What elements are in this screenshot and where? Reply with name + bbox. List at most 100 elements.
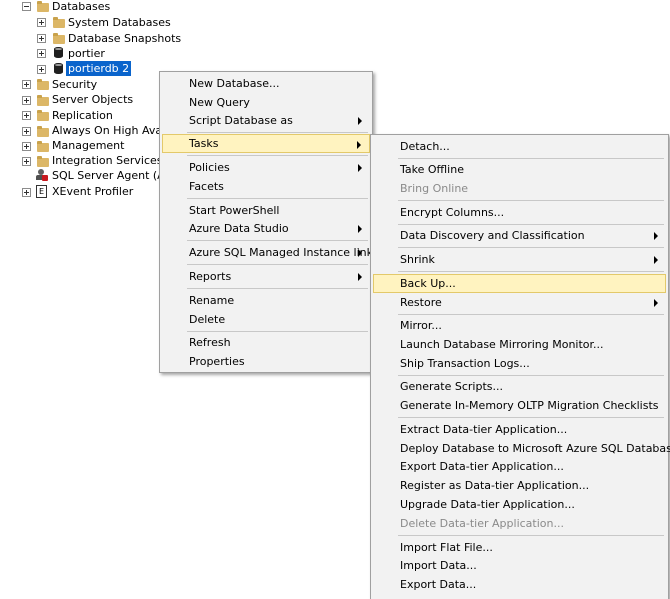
menu-item-export-data-tier[interactable]: Export Data-tier Application... [373, 457, 666, 476]
menu-item-mirror[interactable]: Mirror... [373, 316, 666, 335]
tree-label-portier: portier [68, 47, 105, 60]
menu-separator [398, 224, 664, 225]
folder-icon [53, 17, 65, 28]
expand-icon[interactable] [37, 34, 46, 43]
menu-item-bring-online: Bring Online [400, 182, 469, 195]
submenu-arrow-icon [654, 232, 658, 240]
tree-label-server-objects: Server Objects [52, 93, 134, 106]
expand-icon[interactable] [37, 49, 46, 58]
menu-separator [187, 155, 368, 156]
submenu-arrow-icon [357, 141, 361, 149]
menu-separator [187, 240, 368, 241]
menu-item-script-database-as[interactable]: Script Database as [162, 111, 370, 130]
menu-item-generate-scripts[interactable]: Generate Scripts... [373, 377, 666, 396]
xevent-icon: E [36, 185, 47, 198]
menu-item-export-data[interactable]: Export Data... [373, 575, 666, 594]
menu-item-properties[interactable]: Properties [162, 352, 370, 371]
menu-item-extract-data-tier[interactable]: Extract Data-tier Application... [373, 420, 666, 439]
sql-agent-icon [36, 169, 48, 181]
menu-item-shrink[interactable]: Shrink [373, 250, 666, 269]
menu-item-label: Reports [189, 270, 232, 283]
menu-item-label: Script Database as [189, 114, 293, 127]
tree-label-management: Management [52, 139, 125, 152]
expand-icon[interactable] [22, 188, 31, 197]
menu-item-label: Azure SQL Managed Instance link [189, 246, 373, 259]
submenu-arrow-icon [358, 225, 362, 233]
folder-icon [37, 141, 49, 152]
menu-item-encrypt-columns[interactable]: Encrypt Columns... [373, 203, 666, 222]
submenu-arrow-icon [654, 256, 658, 264]
menu-separator [187, 288, 368, 289]
database-icon [54, 63, 63, 74]
menu-item-ship-transaction-logs[interactable]: Ship Transaction Logs... [373, 354, 666, 373]
menu-separator [398, 417, 664, 418]
collapse-icon[interactable] [22, 2, 31, 11]
submenu-arrow-icon [358, 164, 362, 172]
menu-item-delete[interactable]: Delete [162, 310, 370, 329]
menu-separator [398, 314, 664, 315]
submenu-arrow-icon [358, 249, 362, 257]
folder-icon [37, 1, 49, 12]
menu-item-data-discovery[interactable]: Data Discovery and Classification [373, 226, 666, 245]
tasks-submenu: Detach... Take Offline Bring Online Encr… [370, 134, 670, 599]
menu-item-new-query[interactable]: New Query [162, 93, 370, 112]
menu-separator [398, 271, 664, 272]
menu-item-generate-inmemory-checklists[interactable]: Generate In-Memory OLTP Migration Checkl… [373, 396, 666, 415]
folder-icon [37, 126, 49, 137]
database-icon [54, 47, 63, 58]
menu-item-import-flat-file[interactable]: Import Flat File... [373, 538, 666, 557]
menu-item-import-data[interactable]: Import Data... [373, 556, 666, 575]
tree-label-databases: Databases [52, 0, 111, 13]
menu-item-refresh[interactable]: Refresh [162, 333, 370, 352]
expand-icon[interactable] [22, 127, 31, 136]
menu-item-azure-data-studio[interactable]: Azure Data Studio [162, 219, 370, 238]
menu-item-rename[interactable]: Rename [162, 291, 370, 310]
menu-item-new-database[interactable]: New Database... [162, 74, 370, 93]
menu-item-azure-sql-mi-link[interactable]: Azure SQL Managed Instance link [162, 243, 373, 262]
expand-icon[interactable] [22, 96, 31, 105]
menu-item-label: Azure Data Studio [189, 222, 289, 235]
menu-item-detach[interactable]: Detach... [373, 137, 666, 156]
object-explorer: Databases System Databases Database Snap… [0, 0, 670, 599]
menu-item-label: Data Discovery and Classification [400, 229, 585, 242]
menu-separator [187, 331, 368, 332]
tree-label-replication: Replication [52, 109, 113, 122]
menu-separator [398, 247, 664, 248]
menu-item-deploy-to-azure[interactable]: Deploy Database to Microsoft Azure SQL D… [373, 439, 670, 458]
folder-icon [37, 95, 49, 106]
menu-item-label: Tasks [189, 137, 219, 150]
menu-item-take-offline[interactable]: Take Offline [373, 160, 666, 179]
menu-item-upgrade-data-tier[interactable]: Upgrade Data-tier Application... [373, 495, 666, 514]
folder-icon [53, 33, 65, 44]
menu-item-policies[interactable]: Policies [162, 158, 370, 177]
folder-icon [37, 156, 49, 167]
tree-label-portierdb2[interactable]: portierdb 2 [66, 61, 132, 76]
tree-label-system-databases: System Databases [68, 16, 171, 29]
expand-icon[interactable] [22, 157, 31, 166]
menu-separator [398, 200, 664, 201]
tree-label-database-snapshots: Database Snapshots [68, 32, 182, 45]
expand-icon[interactable] [22, 111, 31, 120]
submenu-arrow-icon [358, 273, 362, 281]
expand-icon[interactable] [37, 18, 46, 27]
menu-item-launch-mirroring-monitor[interactable]: Launch Database Mirroring Monitor... [373, 335, 666, 354]
menu-separator [187, 264, 368, 265]
folder-icon [37, 79, 49, 90]
menu-item-start-powershell[interactable]: Start PowerShell [162, 201, 370, 220]
expand-icon[interactable] [37, 65, 46, 74]
menu-separator [398, 375, 664, 376]
menu-item-reports[interactable]: Reports [162, 267, 370, 286]
expand-icon[interactable] [22, 80, 31, 89]
expand-icon[interactable] [22, 142, 31, 151]
menu-item-delete-data-tier: Delete Data-tier Application... [400, 517, 564, 530]
menu-item-facets[interactable]: Facets [162, 177, 370, 196]
menu-item-back-up[interactable]: Back Up... [373, 274, 666, 293]
menu-item-restore[interactable]: Restore [373, 293, 666, 312]
menu-item-label: Restore [400, 296, 442, 309]
menu-item-register-data-tier[interactable]: Register as Data-tier Application... [373, 476, 666, 495]
menu-separator [398, 158, 664, 159]
menu-separator [398, 535, 664, 536]
submenu-arrow-icon [654, 299, 658, 307]
tree-label-xevent-profiler: XEvent Profiler [52, 185, 134, 198]
menu-item-tasks[interactable]: Tasks [162, 134, 370, 153]
